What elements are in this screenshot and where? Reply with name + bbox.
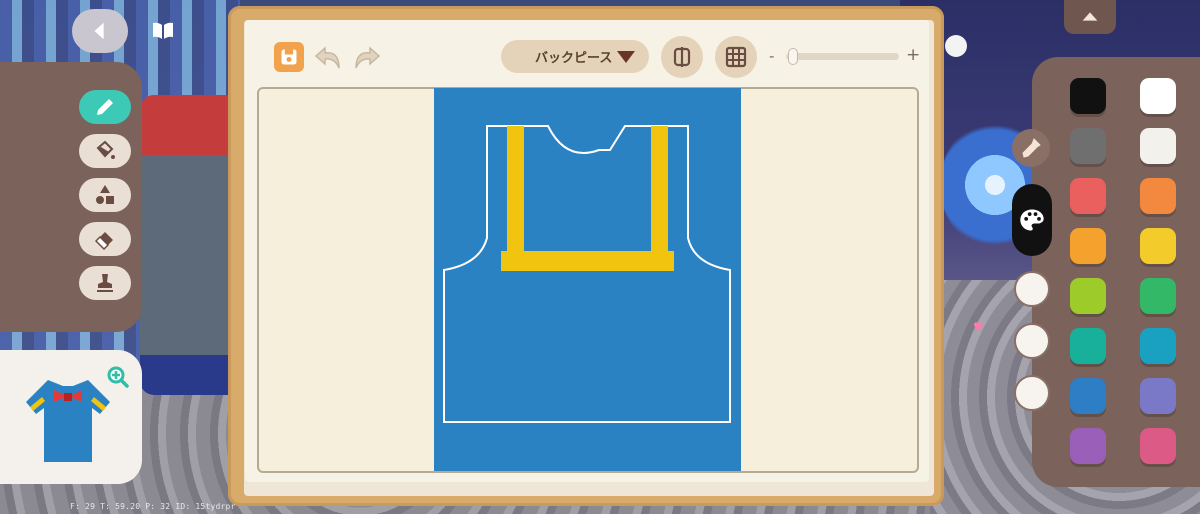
- color-swatch[interactable]: [1140, 428, 1176, 464]
- stamp-tool-button[interactable]: [79, 266, 131, 300]
- color-swatch[interactable]: [1070, 128, 1106, 164]
- color-swatch[interactable]: [1140, 278, 1176, 314]
- undo-button[interactable]: [313, 42, 345, 72]
- zoom-slider-track[interactable]: [786, 53, 899, 60]
- redo-icon: [355, 46, 381, 69]
- shapes-icon: [96, 185, 114, 204]
- custom-color-slot[interactable]: [1014, 271, 1050, 307]
- eraser-tool-button[interactable]: [79, 222, 131, 256]
- zoom-in-icon: [107, 366, 129, 388]
- color-swatch[interactable]: [1140, 378, 1176, 414]
- palette-tab[interactable]: [1012, 184, 1052, 256]
- color-swatch[interactable]: [1070, 428, 1106, 464]
- debug-info: F: 29 T: 59.20 P: 32 ID: 15tydrpr: [70, 502, 236, 511]
- color-swatch[interactable]: [1070, 78, 1106, 114]
- color-swatch[interactable]: [1070, 178, 1106, 214]
- back-button[interactable]: [72, 9, 128, 53]
- shape-tool-button[interactable]: [79, 178, 131, 212]
- color-swatch[interactable]: [1070, 228, 1106, 264]
- color-swatch[interactable]: [1140, 128, 1176, 164]
- part-select-dropdown[interactable]: バックピース: [501, 40, 649, 73]
- heart-icon: ♥: [973, 320, 984, 334]
- save-button[interactable]: [274, 42, 304, 72]
- custom-color-slot[interactable]: [1014, 375, 1050, 411]
- chevron-down-icon: [617, 51, 635, 63]
- zoom-preview-button[interactable]: [106, 365, 130, 389]
- color-swatch[interactable]: [1140, 328, 1176, 364]
- collapse-button[interactable]: [1064, 0, 1116, 34]
- back-piece-pattern: [434, 88, 741, 471]
- undo-icon: [314, 46, 340, 69]
- color-swatch[interactable]: [1140, 78, 1176, 114]
- redo-button[interactable]: [350, 42, 382, 72]
- color-swatch[interactable]: [1070, 278, 1106, 314]
- eyedropper-button[interactable]: [1012, 129, 1050, 167]
- zoom-in-label[interactable]: +: [906, 45, 920, 65]
- fill-tool-button[interactable]: [79, 134, 131, 168]
- part-select-label: バックピース: [535, 51, 613, 66]
- custom-color-slot[interactable]: [1014, 323, 1050, 359]
- eyedropper-icon: [1022, 138, 1041, 158]
- zoom-out-label[interactable]: -: [769, 47, 774, 65]
- eraser-icon: [94, 232, 113, 251]
- pattern-canvas[interactable]: [434, 88, 741, 471]
- grid-icon: [725, 46, 747, 68]
- shirt-preview-image: [26, 380, 110, 462]
- zoom-slider-thumb[interactable]: [788, 48, 799, 65]
- grid-toggle-button[interactable]: [715, 36, 757, 78]
- paint-bucket-icon: [96, 140, 115, 159]
- chevron-up-icon: [1082, 12, 1098, 21]
- color-swatch[interactable]: [1140, 178, 1176, 214]
- background-lamp: [945, 35, 967, 57]
- color-swatch[interactable]: [1070, 328, 1106, 364]
- guide-book-button[interactable]: [150, 18, 176, 44]
- pencil-tool-button[interactable]: [79, 90, 131, 124]
- mirror-toggle-button[interactable]: [661, 36, 703, 78]
- pencil-icon: [97, 99, 113, 115]
- mirror-icon: [673, 47, 691, 67]
- back-arrow-icon: [94, 22, 104, 40]
- color-swatch[interactable]: [1070, 378, 1106, 414]
- book-icon: [153, 22, 173, 39]
- stamp-icon: [97, 274, 113, 292]
- color-palette-panel: [1032, 57, 1200, 487]
- save-icon: [281, 49, 297, 65]
- color-swatch[interactable]: [1140, 228, 1176, 264]
- palette-icon: [1020, 209, 1044, 231]
